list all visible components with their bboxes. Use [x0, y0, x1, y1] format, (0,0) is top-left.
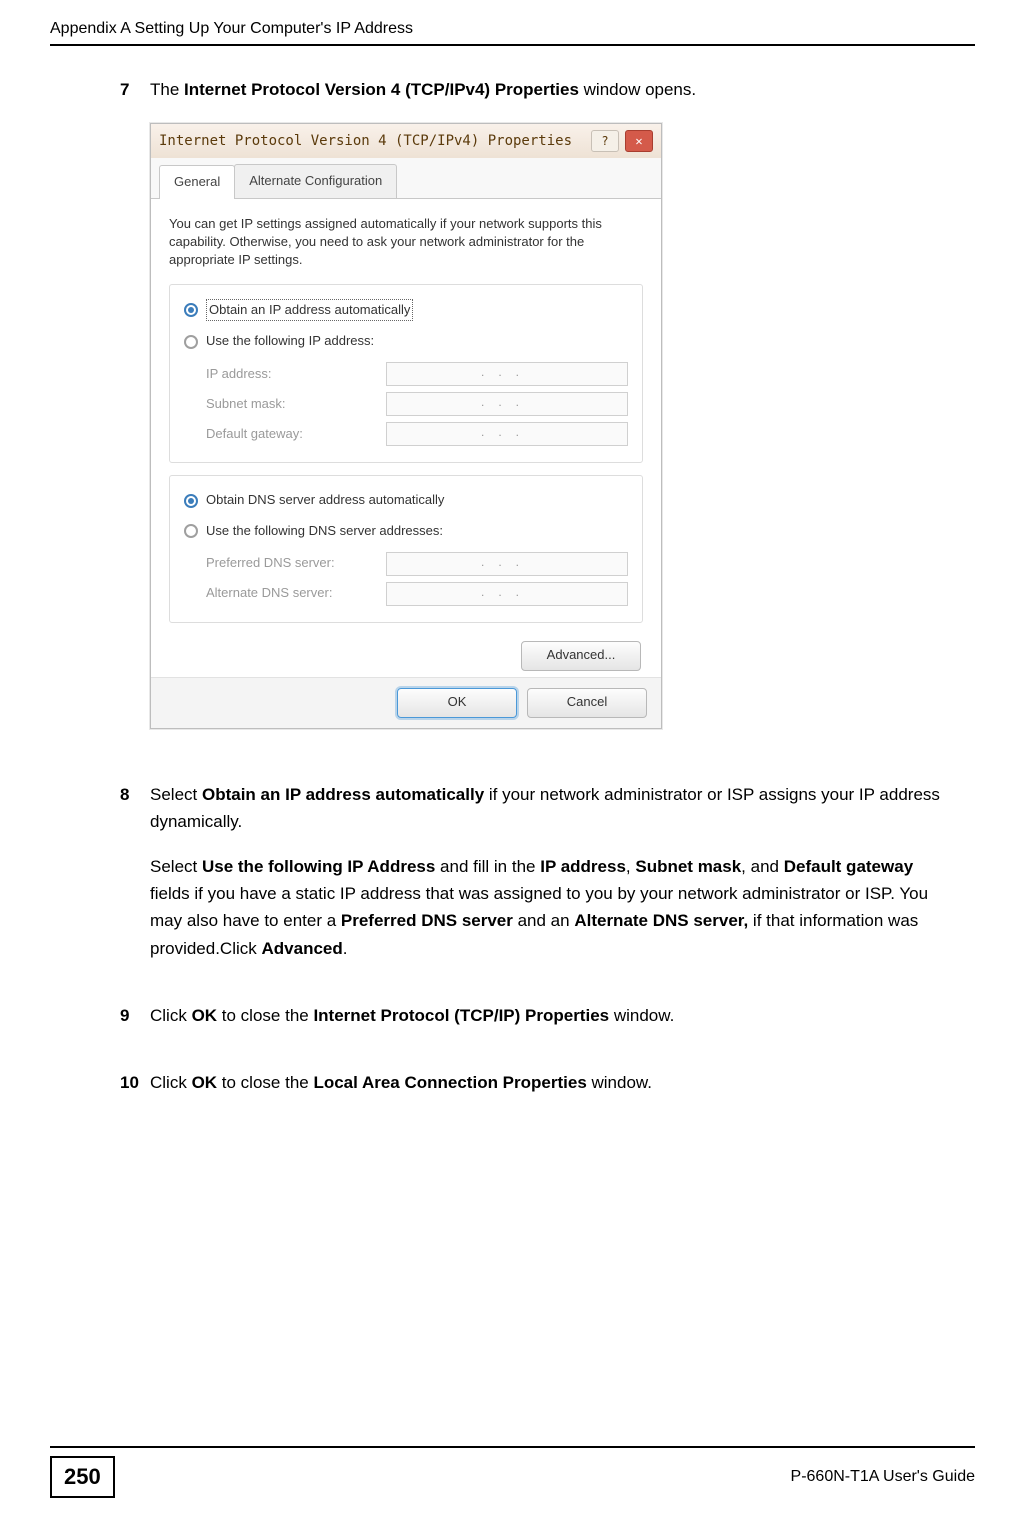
- step-number: 10: [120, 1069, 150, 1114]
- text: Click: [150, 1006, 192, 1025]
- text: and fill in the: [435, 857, 540, 876]
- subnet-mask-field[interactable]: ...: [386, 392, 628, 416]
- cancel-button[interactable]: Cancel: [527, 688, 647, 718]
- step-10: 10 Click OK to close the Local Area Conn…: [120, 1069, 955, 1114]
- step-8: 8 Select Obtain an IP address automatica…: [120, 781, 955, 980]
- text-bold: Internet Protocol (TCP/IP) Properties: [313, 1006, 609, 1025]
- dialog-tabs: General Alternate Configuration: [151, 158, 661, 199]
- step-number: 8: [120, 781, 150, 980]
- text-bold: Preferred DNS server: [341, 911, 513, 930]
- radio-icon[interactable]: [184, 524, 198, 538]
- label-alternate-dns: Alternate DNS server:: [206, 583, 386, 604]
- text-bold: Obtain an IP address automatically: [202, 785, 484, 804]
- text-bold: Alternate DNS server,: [574, 911, 748, 930]
- close-icon[interactable]: ✕: [625, 130, 653, 152]
- radio-icon[interactable]: [184, 335, 198, 349]
- dialog-ipv4-properties: Internet Protocol Version 4 (TCP/IPv4) P…: [150, 123, 662, 729]
- ip-group: Obtain an IP address automatically Use t…: [169, 284, 643, 464]
- page-number: 250: [50, 1456, 115, 1498]
- text-bold: OK: [192, 1006, 218, 1025]
- text: Select: [150, 857, 202, 876]
- step-number: 7: [120, 76, 150, 759]
- radio-icon[interactable]: [184, 303, 198, 317]
- text: Click: [150, 1073, 192, 1092]
- text: window.: [587, 1073, 652, 1092]
- label-preferred-dns: Preferred DNS server:: [206, 553, 386, 574]
- text: Select: [150, 785, 202, 804]
- text: window.: [609, 1006, 674, 1025]
- text-bold: Internet Protocol Version 4 (TCP/IPv4) P…: [184, 80, 579, 99]
- text: to close the: [217, 1006, 313, 1025]
- footer-guide-name: P-660N-T1A User's Guide: [791, 1468, 975, 1486]
- ok-button[interactable]: OK: [397, 688, 517, 718]
- page-header: Appendix A Setting Up Your Computer's IP…: [50, 20, 975, 44]
- help-icon[interactable]: ?: [591, 130, 619, 152]
- text-bold: Advanced: [262, 939, 343, 958]
- default-gateway-field[interactable]: ...: [386, 422, 628, 446]
- tab-alternate-configuration[interactable]: Alternate Configuration: [234, 164, 397, 198]
- ip-address-field[interactable]: ...: [386, 362, 628, 386]
- text-bold: IP address: [540, 857, 626, 876]
- text-bold: Subnet mask: [635, 857, 741, 876]
- radio-obtain-ip-auto[interactable]: Obtain an IP address automatically: [206, 299, 413, 322]
- text-bold: Use the following IP Address: [202, 857, 435, 876]
- dialog-title: Internet Protocol Version 4 (TCP/IPv4) P…: [159, 130, 572, 152]
- text-bold: OK: [192, 1073, 218, 1092]
- text: and an: [513, 911, 574, 930]
- tab-general[interactable]: General: [159, 165, 235, 199]
- text-bold: Local Area Connection Properties: [313, 1073, 586, 1092]
- advanced-button[interactable]: Advanced...: [521, 641, 641, 671]
- radio-obtain-dns-auto[interactable]: Obtain DNS server address automatically: [206, 490, 444, 511]
- alternate-dns-field[interactable]: ...: [386, 582, 628, 606]
- header-rule: [50, 44, 975, 46]
- radio-icon[interactable]: [184, 494, 198, 508]
- step-9: 9 Click OK to close the Internet Protoco…: [120, 1002, 955, 1047]
- label-ip-address: IP address:: [206, 364, 386, 385]
- radio-use-following-ip[interactable]: Use the following IP address:: [206, 331, 374, 352]
- footer-rule: [50, 1446, 975, 1448]
- text: , and: [741, 857, 784, 876]
- step-number: 9: [120, 1002, 150, 1047]
- dns-group: Obtain DNS server address automatically …: [169, 475, 643, 623]
- text: .: [343, 939, 348, 958]
- dialog-description: You can get IP settings assigned automat…: [169, 215, 643, 270]
- text: window opens.: [579, 80, 696, 99]
- preferred-dns-field[interactable]: ...: [386, 552, 628, 576]
- step-7: 7 The Internet Protocol Version 4 (TCP/I…: [120, 76, 955, 759]
- text: ,: [626, 857, 635, 876]
- dialog-titlebar: Internet Protocol Version 4 (TCP/IPv4) P…: [151, 124, 661, 158]
- text-bold: Default gateway: [784, 857, 913, 876]
- label-default-gateway: Default gateway:: [206, 424, 386, 445]
- label-subnet-mask: Subnet mask:: [206, 394, 386, 415]
- text: The: [150, 80, 184, 99]
- radio-use-following-dns[interactable]: Use the following DNS server addresses:: [206, 521, 443, 542]
- text: to close the: [217, 1073, 313, 1092]
